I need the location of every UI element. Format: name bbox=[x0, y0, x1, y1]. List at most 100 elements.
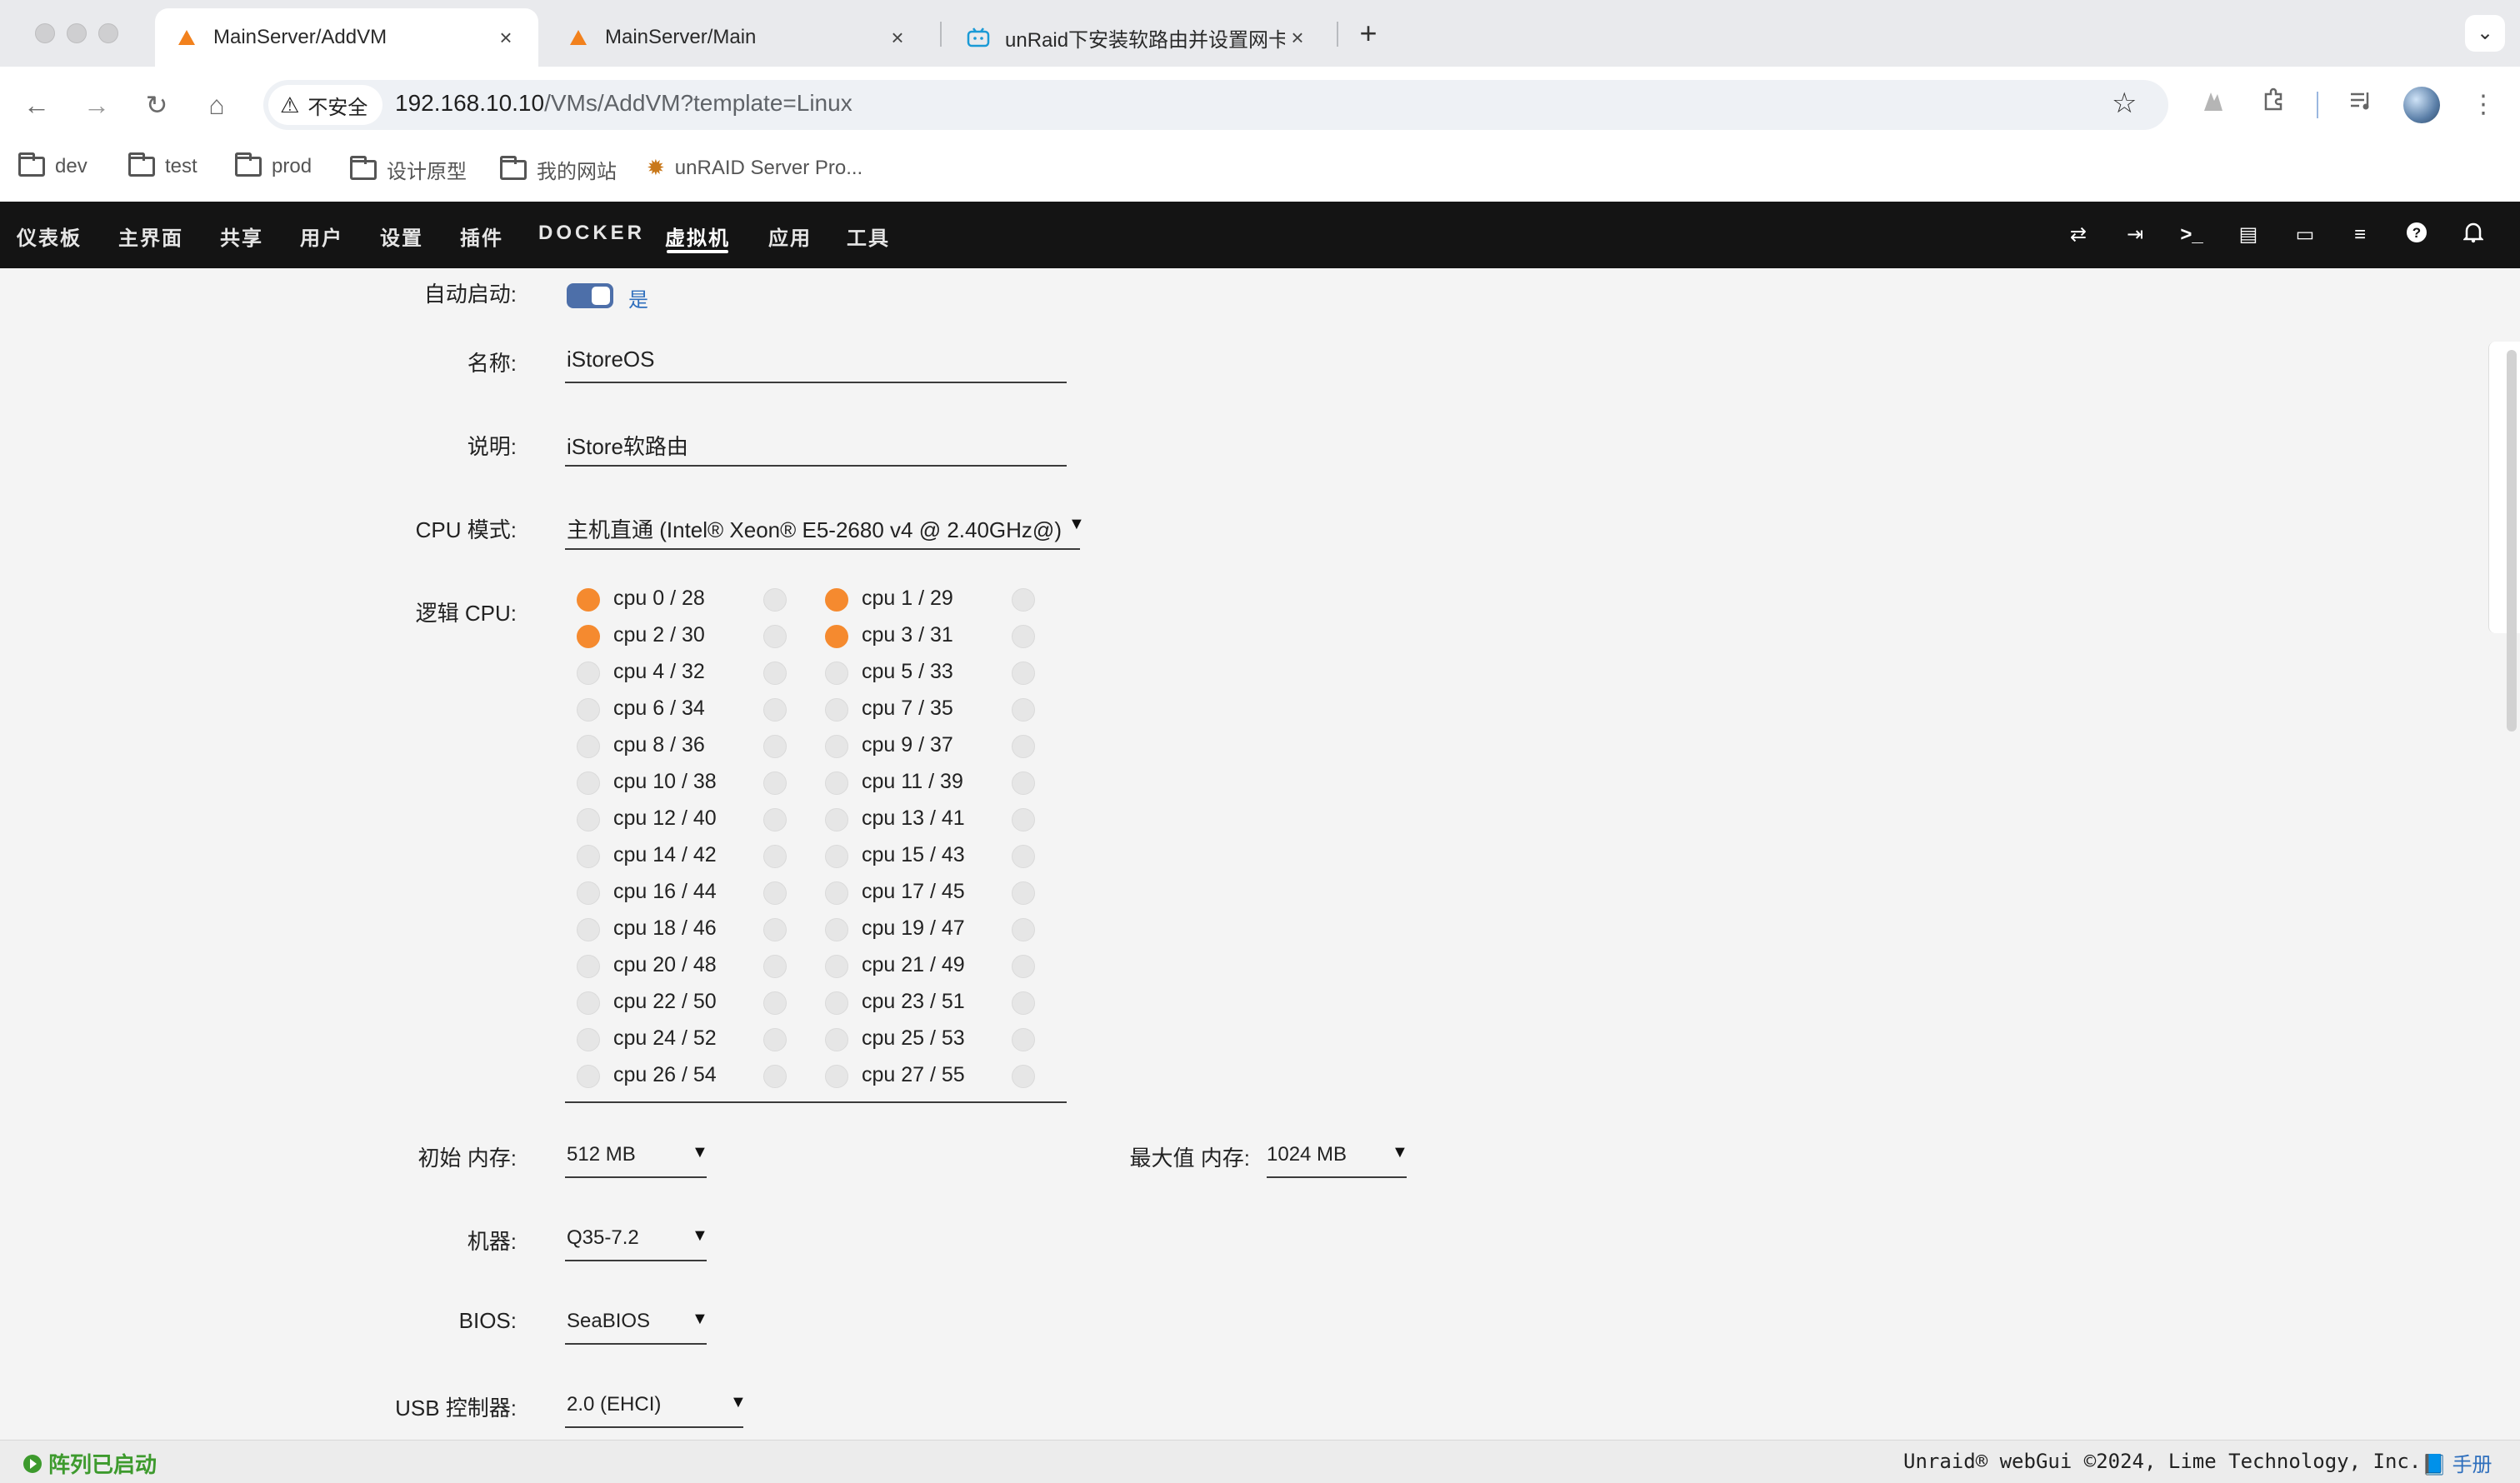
cpu-checkbox[interactable] bbox=[577, 662, 600, 685]
reload-icon[interactable]: ↻ bbox=[138, 87, 175, 123]
cpu-thread-checkbox[interactable] bbox=[1012, 662, 1035, 685]
cpu-thread-checkbox[interactable] bbox=[763, 881, 787, 905]
cpu-checkbox[interactable] bbox=[577, 1028, 600, 1051]
bookmark-design[interactable]: 设计原型 bbox=[350, 155, 467, 184]
cpu-checkbox[interactable] bbox=[577, 845, 600, 868]
extension-logo-icon[interactable] bbox=[2195, 87, 2232, 123]
nav-main[interactable]: 主界面 bbox=[118, 222, 183, 251]
log-icon[interactable]: ≡ bbox=[2347, 222, 2373, 248]
cpu-checkbox[interactable] bbox=[577, 771, 600, 795]
security-indicator[interactable]: ⚠ 不安全 bbox=[268, 85, 383, 125]
cpu-thread-checkbox[interactable] bbox=[1012, 625, 1035, 648]
bookmark-unraid-server[interactable]: ✹ unRAID Server Pro... bbox=[647, 155, 862, 181]
autostart-toggle[interactable] bbox=[567, 283, 613, 308]
cpu-checkbox[interactable] bbox=[825, 1065, 848, 1088]
cpu-thread-checkbox[interactable] bbox=[763, 1065, 787, 1088]
extensions-puzzle-icon[interactable] bbox=[2255, 87, 2292, 123]
cpu-thread-checkbox[interactable] bbox=[763, 625, 787, 648]
cpu-checkbox[interactable] bbox=[825, 955, 848, 978]
cpu-checkbox[interactable] bbox=[825, 991, 848, 1015]
profile-avatar[interactable] bbox=[2403, 87, 2440, 123]
home-icon[interactable]: ⌂ bbox=[198, 87, 235, 123]
nav-docker[interactable]: DOCKER bbox=[538, 222, 645, 245]
bookmark-prod[interactable]: prod bbox=[235, 152, 312, 178]
bookmark-test[interactable]: test bbox=[128, 152, 198, 178]
cpu-checkbox[interactable] bbox=[825, 625, 848, 648]
max-memory-select[interactable]: 1024 MB bbox=[1267, 1143, 1347, 1166]
help-icon[interactable]: ? bbox=[2403, 222, 2430, 248]
cpu-thread-checkbox[interactable] bbox=[763, 918, 787, 941]
cpu-thread-checkbox[interactable] bbox=[1012, 955, 1035, 978]
cpu-checkbox[interactable] bbox=[577, 735, 600, 758]
nav-settings[interactable]: 设置 bbox=[380, 222, 423, 251]
cpu-checkbox[interactable] bbox=[577, 1065, 600, 1088]
bookmark-dev[interactable]: dev bbox=[18, 152, 88, 178]
bios-select[interactable]: SeaBIOS bbox=[567, 1310, 650, 1333]
window-minimize-button[interactable] bbox=[67, 23, 87, 43]
cpu-thread-checkbox[interactable] bbox=[1012, 918, 1035, 941]
name-input[interactable]: iStoreOS bbox=[567, 347, 655, 372]
cpu-thread-checkbox[interactable] bbox=[1012, 991, 1035, 1015]
cpu-thread-checkbox[interactable] bbox=[763, 662, 787, 685]
cpu-checkbox[interactable] bbox=[577, 808, 600, 831]
cpu-thread-checkbox[interactable] bbox=[763, 845, 787, 868]
tab-bilibili[interactable]: unRaid下安装软路由并设置网卡 × bbox=[947, 8, 1330, 67]
cpu-checkbox[interactable] bbox=[577, 588, 600, 612]
back-arrow-icon[interactable]: ← bbox=[18, 87, 55, 123]
cpu-checkbox[interactable] bbox=[577, 698, 600, 722]
new-tab-button[interactable]: + bbox=[1353, 17, 1383, 50]
cpu-checkbox[interactable] bbox=[577, 918, 600, 941]
nav-plugins[interactable]: 插件 bbox=[460, 222, 503, 251]
nav-apps[interactable]: 应用 bbox=[768, 222, 812, 251]
nav-shares[interactable]: 共享 bbox=[220, 222, 263, 251]
bell-icon[interactable] bbox=[2460, 222, 2487, 248]
cpu-thread-checkbox[interactable] bbox=[1012, 1065, 1035, 1088]
tab-close-icon[interactable]: × bbox=[493, 25, 518, 51]
usb-controller-select[interactable]: 2.0 (EHCI) bbox=[567, 1393, 661, 1416]
cpu-checkbox[interactable] bbox=[577, 955, 600, 978]
page-scrollbar-thumb[interactable] bbox=[2507, 350, 2517, 732]
cpu-checkbox[interactable] bbox=[825, 588, 848, 612]
cpu-checkbox[interactable] bbox=[825, 771, 848, 795]
cpu-checkbox[interactable] bbox=[825, 662, 848, 685]
browser-menu-icon[interactable]: ⋮ bbox=[2465, 87, 2502, 123]
nav-vms[interactable]: 虚拟机 bbox=[665, 222, 730, 251]
window-zoom-button[interactable] bbox=[98, 23, 118, 43]
window-close-button[interactable] bbox=[35, 23, 55, 43]
cpu-checkbox[interactable] bbox=[825, 735, 848, 758]
machine-select[interactable]: Q35-7.2 bbox=[567, 1226, 639, 1250]
cpu-thread-checkbox[interactable] bbox=[763, 698, 787, 722]
forward-arrow-icon[interactable]: → bbox=[78, 87, 115, 123]
cpu-checkbox[interactable] bbox=[577, 991, 600, 1015]
cpu-thread-checkbox[interactable] bbox=[763, 991, 787, 1015]
tab-close-icon[interactable]: × bbox=[885, 25, 910, 51]
manual-link[interactable]: 📘 手册 bbox=[2422, 1448, 2492, 1477]
cpu-thread-checkbox[interactable] bbox=[1012, 1028, 1035, 1051]
cpu-thread-checkbox[interactable] bbox=[763, 1028, 787, 1051]
cpu-thread-checkbox[interactable] bbox=[763, 808, 787, 831]
cpu-thread-checkbox[interactable] bbox=[1012, 771, 1035, 795]
cpu-checkbox[interactable] bbox=[577, 625, 600, 648]
logout-icon[interactable]: ⇥ bbox=[2122, 222, 2148, 248]
tab-search-chevron-icon[interactable]: ⌄ bbox=[2465, 15, 2505, 52]
bookmark-my-site[interactable]: 我的网站 bbox=[500, 155, 617, 184]
url-text[interactable]: 192.168.10.10/VMs/AddVM?template=Linux bbox=[395, 90, 852, 117]
cpu-checkbox[interactable] bbox=[825, 698, 848, 722]
tab-main[interactable]: MainServer/Main × bbox=[547, 8, 930, 67]
description-input[interactable]: iStore软路由 bbox=[567, 430, 688, 461]
cpu-thread-checkbox[interactable] bbox=[1012, 845, 1035, 868]
cpu-thread-checkbox[interactable] bbox=[1012, 808, 1035, 831]
cpu-checkbox[interactable] bbox=[577, 881, 600, 905]
initial-memory-select[interactable]: 512 MB bbox=[567, 1143, 636, 1166]
media-queue-icon[interactable] bbox=[2343, 87, 2380, 123]
monitor-icon[interactable]: ▭ bbox=[2292, 222, 2318, 248]
cpu-thread-checkbox[interactable] bbox=[763, 771, 787, 795]
nav-tools[interactable]: 工具 bbox=[847, 222, 890, 251]
cpu-mode-select[interactable]: 主机直通 (Intel® Xeon® E5-2680 v4 @ 2.40GHz@… bbox=[567, 513, 1070, 544]
tab-close-icon[interactable]: × bbox=[1285, 25, 1310, 51]
cpu-thread-checkbox[interactable] bbox=[1012, 881, 1035, 905]
cpu-checkbox[interactable] bbox=[825, 845, 848, 868]
cpu-checkbox[interactable] bbox=[825, 881, 848, 905]
cpu-thread-checkbox[interactable] bbox=[763, 735, 787, 758]
cpu-checkbox[interactable] bbox=[825, 808, 848, 831]
